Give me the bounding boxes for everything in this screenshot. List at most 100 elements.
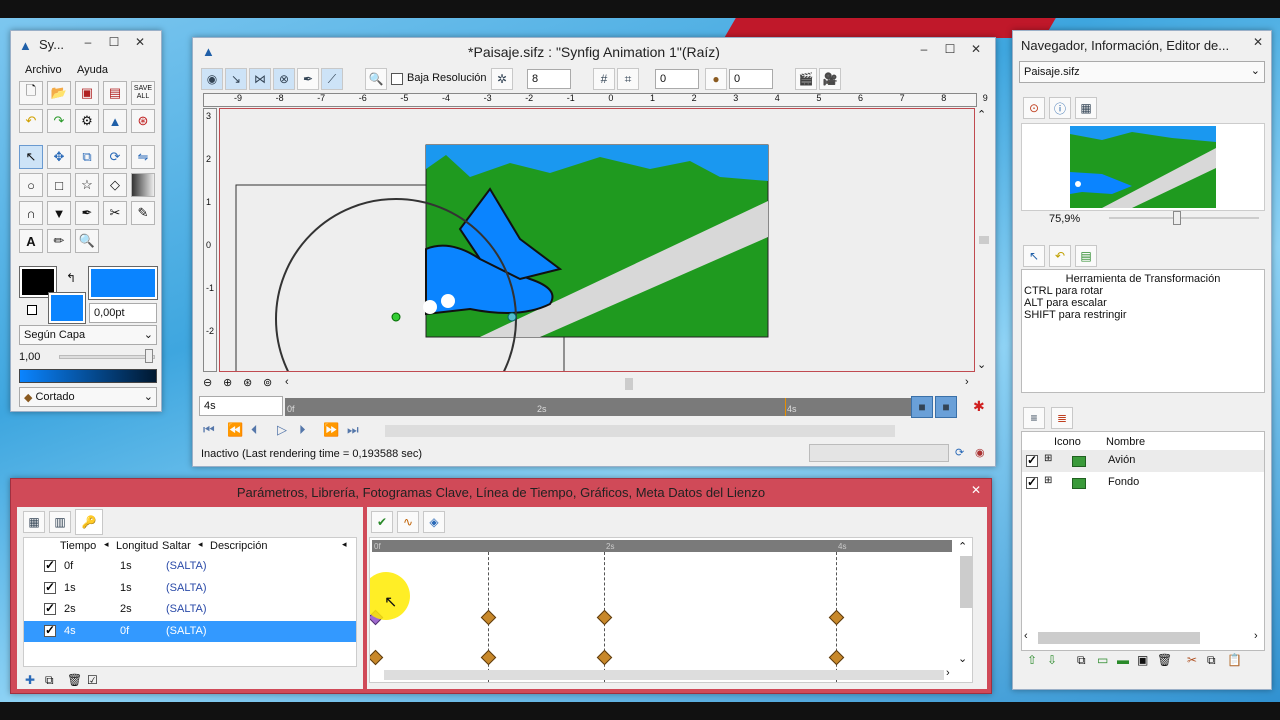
cut-icon[interactable]: ✂ bbox=[1187, 653, 1197, 667]
next-frame-icon[interactable]: ⏵ bbox=[299, 422, 306, 438]
open-file-icon[interactable]: 📂 bbox=[47, 81, 71, 105]
layer-row[interactable]: ⊞ Fondo bbox=[1022, 472, 1264, 494]
transform-tool-icon[interactable]: ↖ bbox=[19, 145, 43, 169]
circle-tool-icon[interactable]: ○ bbox=[19, 173, 43, 197]
waypoint-diamond[interactable] bbox=[596, 609, 613, 626]
duplicate-keyframe-icon[interactable]: ⧉ bbox=[45, 673, 54, 688]
spline-tool-icon[interactable]: ∩ bbox=[19, 201, 43, 225]
keyframe-lock-past-icon[interactable]: ■ bbox=[911, 396, 933, 418]
scroll-right-icon[interactable]: › bbox=[1254, 630, 1258, 642]
minimize-button[interactable]: – bbox=[75, 35, 101, 53]
scroll-left-icon[interactable]: ‹ bbox=[285, 376, 289, 388]
keyframe-active-checkbox[interactable] bbox=[44, 623, 56, 637]
keyframe-jump-link[interactable]: (SALTA) bbox=[166, 603, 207, 615]
waypoint-diamond[interactable] bbox=[596, 649, 613, 666]
save-all-button[interactable]: SAVE ALL bbox=[131, 81, 155, 105]
raise-layer-icon[interactable]: ⇧ bbox=[1027, 653, 1037, 667]
gradient-tool-icon[interactable] bbox=[131, 173, 155, 197]
vertical-scrollbar-thumb[interactable] bbox=[979, 236, 989, 244]
keyframe-active-checkbox[interactable] bbox=[44, 558, 56, 572]
waypoint-diamond[interactable] bbox=[370, 649, 384, 666]
quality-field[interactable]: 8 bbox=[527, 69, 571, 89]
expand-icon[interactable]: ⊞ bbox=[1044, 453, 1052, 464]
setup-icon[interactable]: ⚙ bbox=[75, 109, 99, 133]
width-field[interactable]: 0,00pt bbox=[89, 303, 157, 323]
menu-archivo[interactable]: Archivo bbox=[25, 64, 62, 76]
zoom-out-icon[interactable]: ⊖ bbox=[203, 376, 212, 389]
delete-layer-icon[interactable]: 🗑 bbox=[1157, 653, 1172, 667]
next-keyframe-icon[interactable]: ⏩ bbox=[323, 422, 339, 438]
library-tab-icon[interactable]: ▥ bbox=[49, 511, 71, 533]
expand-icon[interactable]: ⊞ bbox=[1044, 475, 1052, 486]
redo-icon[interactable]: ↷ bbox=[47, 109, 71, 133]
seek-begin-icon[interactable]: ⏮ bbox=[203, 422, 215, 438]
layers-column-icon[interactable]: Icono bbox=[1054, 436, 1081, 448]
history-tab-icon[interactable]: ↶ bbox=[1049, 245, 1071, 267]
keyframe-row[interactable]: 2s 2s (SALTA) bbox=[24, 599, 356, 620]
text-tool-icon[interactable]: A bbox=[19, 229, 43, 253]
zoom-in-icon[interactable]: ⊕ bbox=[223, 376, 232, 389]
scale-tool-icon[interactable]: ⧉ bbox=[75, 145, 99, 169]
star-tool-icon[interactable]: ☆ bbox=[75, 173, 99, 197]
smooth-move-tool-icon[interactable]: ✥ bbox=[47, 145, 71, 169]
fill-color-swatch[interactable] bbox=[88, 266, 158, 300]
zoom-quality-icon[interactable]: ✲ bbox=[491, 68, 513, 90]
timetrack-vscrollbar[interactable] bbox=[960, 556, 972, 608]
layers-column-name[interactable]: Nombre bbox=[1106, 436, 1145, 448]
delete-keyframe-icon[interactable]: 🗑 bbox=[67, 673, 82, 687]
metadata-tab-icon[interactable]: ◈ bbox=[423, 511, 445, 533]
save-as-icon[interactable]: ▤ bbox=[103, 81, 127, 105]
eyedropper-tool-icon[interactable]: ✎ bbox=[131, 201, 155, 225]
time-slider[interactable]: 0f 2s 4s bbox=[285, 398, 913, 416]
navigator-zoom-slider[interactable] bbox=[1109, 217, 1259, 219]
close-button[interactable]: ✕ bbox=[1245, 35, 1271, 53]
prev-frame-icon[interactable]: ⏴ bbox=[251, 422, 258, 438]
render-icon[interactable]: 🎥 bbox=[819, 68, 841, 90]
duplicate-layer-icon[interactable]: ⧉ bbox=[1077, 653, 1086, 668]
graphs-tab-icon[interactable]: ∿ bbox=[397, 511, 419, 533]
rotate-tool-icon[interactable]: ⟳ bbox=[103, 145, 127, 169]
low-res-checkbox[interactable] bbox=[391, 73, 403, 85]
grid-icon[interactable]: # bbox=[593, 68, 615, 90]
layer-visible-checkbox[interactable] bbox=[1026, 453, 1038, 467]
column-sort-icon[interactable]: ◂ bbox=[198, 539, 203, 550]
lower-layer-icon[interactable]: ⇩ bbox=[1047, 653, 1057, 667]
column-sort-icon[interactable]: ◂ bbox=[104, 539, 109, 550]
width-handles-icon[interactable]: ✒ bbox=[297, 68, 319, 90]
scroll-left-icon[interactable]: ‹ bbox=[1024, 630, 1028, 642]
stop-render-icon[interactable]: ◉ bbox=[975, 446, 985, 459]
timetrack-hscrollbar[interactable] bbox=[384, 670, 944, 680]
column-saltar[interactable]: Saltar bbox=[162, 540, 191, 552]
cutout-tool-icon[interactable]: ✂ bbox=[103, 201, 127, 225]
zoom-tool-icon[interactable]: 🔍 bbox=[75, 229, 99, 253]
swap-colors-icon[interactable]: ↰ bbox=[66, 271, 76, 285]
scroll-right-icon[interactable]: › bbox=[946, 667, 950, 679]
waypoint-diamond[interactable] bbox=[828, 609, 845, 626]
angle-handles-icon[interactable]: ⟋ bbox=[321, 68, 343, 90]
layer-row[interactable]: ⊞ Avión bbox=[1022, 450, 1264, 472]
layer-visible-checkbox[interactable] bbox=[1026, 475, 1038, 489]
mirror-tool-icon[interactable]: ⇋ bbox=[131, 145, 155, 169]
radius-handles-icon[interactable]: ⋈ bbox=[249, 68, 271, 90]
keyframe-jump-link[interactable]: (SALTA) bbox=[166, 582, 207, 594]
gradient-swatch[interactable] bbox=[19, 369, 157, 383]
timetrack-tab-icon[interactable]: ✔ bbox=[371, 511, 393, 533]
info-tab-icon[interactable]: ⓘ bbox=[1049, 97, 1071, 119]
layers-tab-icon[interactable]: ≡ bbox=[1023, 407, 1045, 429]
zoom-fit-icon[interactable]: ⊛ bbox=[243, 376, 252, 389]
add-keyframe-icon[interactable]: ✚ bbox=[25, 673, 35, 687]
navigator-zoom-handle[interactable] bbox=[1173, 211, 1181, 225]
tool-options-tab-icon[interactable]: ↖ bbox=[1023, 245, 1045, 267]
maximize-button[interactable]: ☐ bbox=[101, 35, 127, 53]
encapsulate-icon[interactable]: ▣ bbox=[1137, 653, 1148, 667]
play-icon[interactable]: ▷ bbox=[277, 422, 287, 438]
render-quality-icon[interactable]: 🔍 bbox=[365, 68, 387, 90]
ungroup-layer-icon[interactable]: ▬ bbox=[1117, 653, 1129, 667]
save-icon[interactable]: ▣ bbox=[75, 81, 99, 105]
scroll-down-icon[interactable]: ⌄ bbox=[958, 652, 967, 665]
opacity-slider-handle[interactable] bbox=[145, 349, 153, 363]
opacity-slider[interactable] bbox=[59, 355, 155, 359]
future-onion-field[interactable]: 0 bbox=[729, 69, 773, 89]
library-tab-icon[interactable]: ≣ bbox=[1051, 407, 1073, 429]
keyframe-jump-link[interactable]: (SALTA) bbox=[166, 560, 207, 572]
